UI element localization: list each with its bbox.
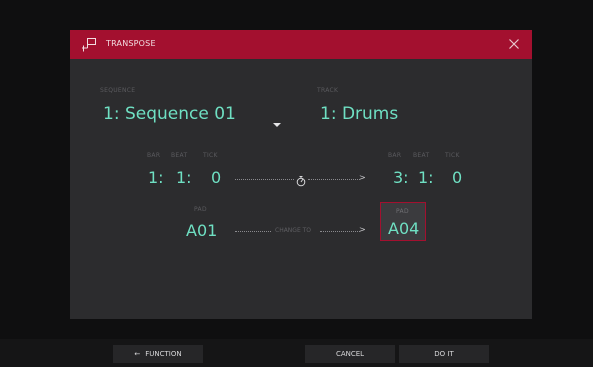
pad-label: PAD [194,206,207,213]
target-pad-field[interactable]: PAD A04 [380,202,426,241]
function-button-label: FUNCTION [145,350,182,358]
cancel-button-label: CANCEL [335,350,365,358]
range-arrow-icon: > [359,173,366,182]
end-tick-field[interactable]: 0 [452,168,462,187]
sequence-field[interactable]: 1: Sequence 01 [103,104,236,124]
metronome-icon [296,172,306,191]
end-bar-label: BAR [388,152,402,159]
end-beat-label: BEAT [413,152,430,159]
sequence-dropdown-icon[interactable] [273,114,281,133]
end-tick-label: TICK [445,152,460,159]
transpose-dialog: TRANSPOSE SEQUENCE 1: Sequence 01 TRACK … [70,30,532,319]
start-bar-field[interactable]: 1: [148,168,164,187]
function-bar [0,339,593,367]
start-tick-label: TICK [203,152,218,159]
start-beat-label: BEAT [171,152,188,159]
change-dotted-line-left [235,231,271,232]
pad-field[interactable]: A01 [186,221,217,240]
track-label: TRACK [317,87,339,94]
change-arrow-icon: > [359,225,366,234]
target-pad-label: PAD [396,208,409,215]
target-pad-value: A04 [388,219,420,238]
sequence-label: SEQUENCE [100,87,136,94]
start-tick-field[interactable]: 0 [211,168,221,187]
change-to-label: CHANGE TO [275,227,312,234]
dialog-title: TRANSPOSE [106,39,156,48]
track-field[interactable]: 1: Drums [320,104,398,124]
cancel-button[interactable]: CANCEL [305,345,395,363]
end-bar-field[interactable]: 3: [393,168,409,187]
range-dotted-line-left [235,179,294,180]
do-it-button[interactable]: DO IT [399,345,489,363]
start-bar-label: BAR [147,152,161,159]
arrow-left-icon: ← [134,350,141,358]
close-icon[interactable] [506,36,522,52]
do-it-button-label: DO IT [434,350,454,358]
range-dotted-line-right [308,179,360,180]
transpose-icon [81,37,97,53]
start-beat-field[interactable]: 1: [176,168,192,187]
end-beat-field[interactable]: 1: [418,168,434,187]
dialog-titlebar: TRANSPOSE [70,30,532,59]
change-dotted-line-right [320,231,360,232]
function-button[interactable]: ← FUNCTION [113,345,203,363]
